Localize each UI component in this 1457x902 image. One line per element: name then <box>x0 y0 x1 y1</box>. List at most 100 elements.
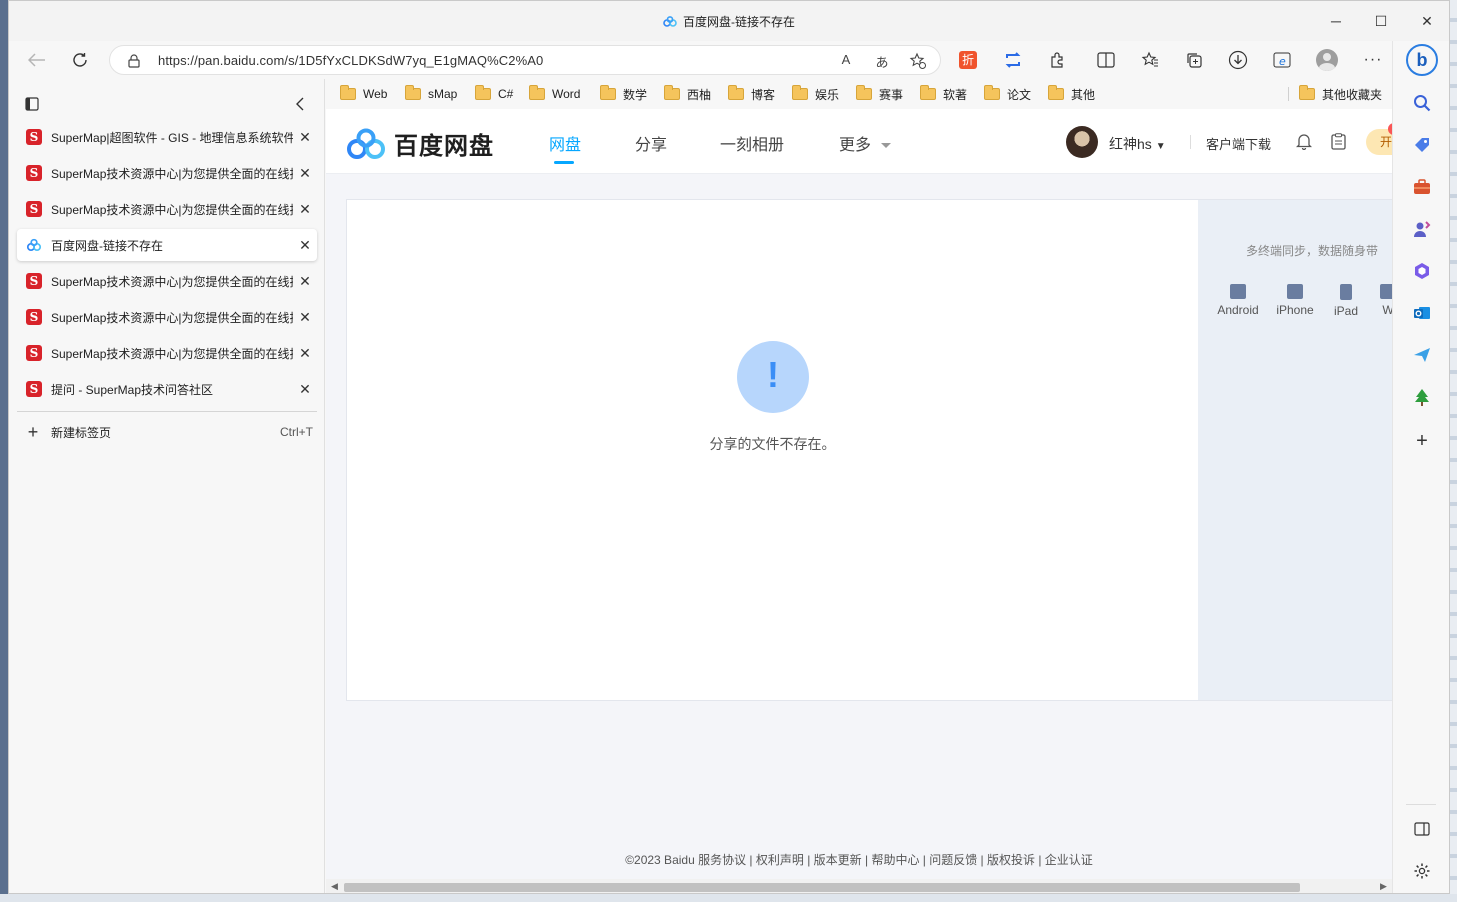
close-tab-icon[interactable]: ✕ <box>293 201 317 218</box>
bookmark-software-copyright[interactable]: 软著 <box>920 84 967 104</box>
folder-icon <box>792 85 808 100</box>
header-divider <box>1190 135 1191 149</box>
caret-down-icon <box>881 143 892 148</box>
bookmark-entertainment[interactable]: 娱乐 <box>792 84 839 104</box>
scrollbar-thumb[interactable] <box>344 883 1300 892</box>
plus-icon: + <box>27 422 39 442</box>
close-tab-icon[interactable]: ✕ <box>293 381 317 398</box>
close-tab-icon[interactable]: ✕ <box>293 237 317 254</box>
tab-item-active[interactable]: 百度网盘-链接不存在 ✕ <box>17 229 317 261</box>
user-menu[interactable]: 红神hs ▼ <box>1109 134 1166 154</box>
tab-item[interactable]: S SuperMap技术资源中心|为您提供全面的在线技术服务 ✕ <box>17 193 317 225</box>
desktop-background-edge <box>1450 0 1457 902</box>
client-download-link[interactable]: 客户端下载 <box>1206 134 1271 153</box>
collapse-panel-icon[interactable] <box>295 97 305 114</box>
refresh-button[interactable] <box>66 47 94 73</box>
profile-avatar[interactable] <box>1316 49 1338 71</box>
bing-chat-icon[interactable]: b <box>1405 43 1439 77</box>
address-bar[interactable]: https://pan.baidu.com/s/1D5fYxCLDKSdW7yq… <box>109 45 941 75</box>
device-android[interactable]: Android <box>1210 284 1266 317</box>
new-tab-shortcut: Ctrl+T <box>280 425 313 439</box>
hide-sidebar-icon[interactable] <box>1412 819 1432 839</box>
supermap-icon: S <box>26 345 42 361</box>
folder-icon <box>728 85 744 100</box>
bell-icon[interactable] <box>1295 133 1313 153</box>
send-icon[interactable] <box>1412 345 1432 365</box>
extension-repeat-icon[interactable] <box>1002 49 1024 71</box>
tab-actions-icon[interactable] <box>25 97 39 114</box>
bookmark-blog[interactable]: 博客 <box>728 84 775 104</box>
device-iphone[interactable]: iPhone <box>1267 284 1323 317</box>
games-icon[interactable] <box>1412 219 1432 239</box>
extension-zhe-icon[interactable]: 折 <box>957 49 979 71</box>
bookmark-other[interactable]: 其他 <box>1048 84 1095 104</box>
horizontal-scrollbar[interactable]: ◀ ▶ <box>326 879 1392 893</box>
page-content: 百度网盘 网盘 分享 一刻相册 更多 红神hs ▼ 客户端下载 开 ! 分享的文… <box>326 109 1406 893</box>
shopping-tag-icon[interactable] <box>1412 135 1432 155</box>
read-aloud-icon[interactable]: A <box>837 52 855 70</box>
clipboard-icon[interactable] <box>1331 133 1346 153</box>
more-menu-icon[interactable]: ··· <box>1362 49 1384 71</box>
microsoft365-icon[interactable] <box>1412 261 1432 281</box>
minimize-button[interactable]: ─ <box>1321 9 1351 33</box>
scroll-left-icon[interactable]: ◀ <box>331 881 338 892</box>
maximize-button[interactable]: ☐ <box>1366 9 1396 33</box>
bookmark-competition[interactable]: 赛事 <box>856 84 903 104</box>
nav-album[interactable]: 一刻相册 <box>720 131 784 155</box>
user-avatar[interactable] <box>1066 126 1098 158</box>
settings-gear-icon[interactable] <box>1412 861 1432 881</box>
collections-icon[interactable] <box>1183 49 1205 71</box>
favorites-icon[interactable] <box>1139 49 1161 71</box>
tab-item[interactable]: S SuperMap技术资源中心|为您提供全面的在线技术服务 ✕ <box>17 301 317 333</box>
tab-item[interactable]: S SuperMap技术资源中心|为您提供全面的在线技术服务 ✕ <box>17 265 317 297</box>
downloads-icon[interactable] <box>1227 49 1249 71</box>
tab-title: SuperMap技术资源中心|为您提供全面的在线技术服务 <box>51 274 293 289</box>
bookmark-xiyou[interactable]: 西柚 <box>664 84 711 104</box>
tab-item[interactable]: S SuperMap技术资源中心|为您提供全面的在线技术服务 ✕ <box>17 157 317 189</box>
bookmark-papers[interactable]: 论文 <box>984 84 1031 104</box>
nav-share[interactable]: 分享 <box>635 131 667 155</box>
refresh-icon <box>73 53 87 67</box>
title-bar: 百度网盘-链接不存在 ─ ☐ ✕ <box>9 1 1449 41</box>
bookmark-other-favorites[interactable]: 其他收藏夹 <box>1299 84 1382 104</box>
close-tab-icon[interactable]: ✕ <box>293 309 317 326</box>
ipad-icon <box>1340 284 1352 300</box>
new-tab-button[interactable]: + 新建标签页 Ctrl+T <box>17 421 317 443</box>
bookmark-math[interactable]: 数学 <box>600 84 647 104</box>
translate-icon[interactable]: あ <box>873 52 891 70</box>
bookmark-word[interactable]: Word <box>529 84 580 104</box>
tab-item[interactable]: S SuperMap|超图软件 - GIS - 地理信息系统软件 ✕ <box>17 121 317 153</box>
bookmark-web[interactable]: Web <box>340 84 387 104</box>
bookmark-smap[interactable]: sMap <box>405 84 457 104</box>
browser-window: 百度网盘-链接不存在 ─ ☐ ✕ https://pan.baidu.com/s… <box>8 0 1450 894</box>
supermap-icon: S <box>26 201 42 217</box>
close-tab-icon[interactable]: ✕ <box>293 129 317 146</box>
close-window-button[interactable]: ✕ <box>1412 9 1442 33</box>
baidu-pan-icon <box>26 238 42 252</box>
close-tab-icon[interactable]: ✕ <box>293 345 317 362</box>
split-screen-icon[interactable] <box>1095 49 1117 71</box>
tab-item[interactable]: S SuperMap技术资源中心|为您提供全面的在线技术服务 ✕ <box>17 337 317 369</box>
close-tab-icon[interactable]: ✕ <box>293 273 317 290</box>
close-tab-icon[interactable]: ✕ <box>293 165 317 182</box>
bookmark-csharp[interactable]: C# <box>475 84 513 104</box>
android-icon <box>1230 284 1246 299</box>
search-icon[interactable] <box>1412 93 1432 113</box>
extensions-icon[interactable] <box>1046 49 1068 71</box>
toolbox-icon[interactable] <box>1412 177 1432 197</box>
baidu-pan-logo[interactable]: 百度网盘 <box>346 126 494 161</box>
bookmarks-bar: Web sMap C# Word 数学 西柚 博客 娱乐 赛事 软著 论文 其他… <box>326 79 1392 109</box>
scroll-right-icon[interactable]: ▶ <box>1380 881 1387 892</box>
edge-sidebar: b + <box>1392 41 1449 893</box>
outlook-icon[interactable] <box>1412 303 1432 323</box>
tree-icon[interactable] <box>1412 387 1432 407</box>
window-title-text: 百度网盘-链接不存在 <box>683 15 795 29</box>
error-card: ! 分享的文件不存在。 <box>346 199 1198 701</box>
back-button[interactable] <box>23 47 51 73</box>
ie-mode-icon[interactable]: e <box>1271 49 1293 71</box>
nav-more[interactable]: 更多 <box>839 131 892 155</box>
tab-item[interactable]: S 提问 - SuperMap技术问答社区 ✕ <box>17 373 317 405</box>
add-sidebar-app-icon[interactable]: + <box>1412 431 1432 451</box>
nav-netdisk[interactable]: 网盘 <box>549 131 581 155</box>
add-favorite-icon[interactable] <box>909 52 927 70</box>
